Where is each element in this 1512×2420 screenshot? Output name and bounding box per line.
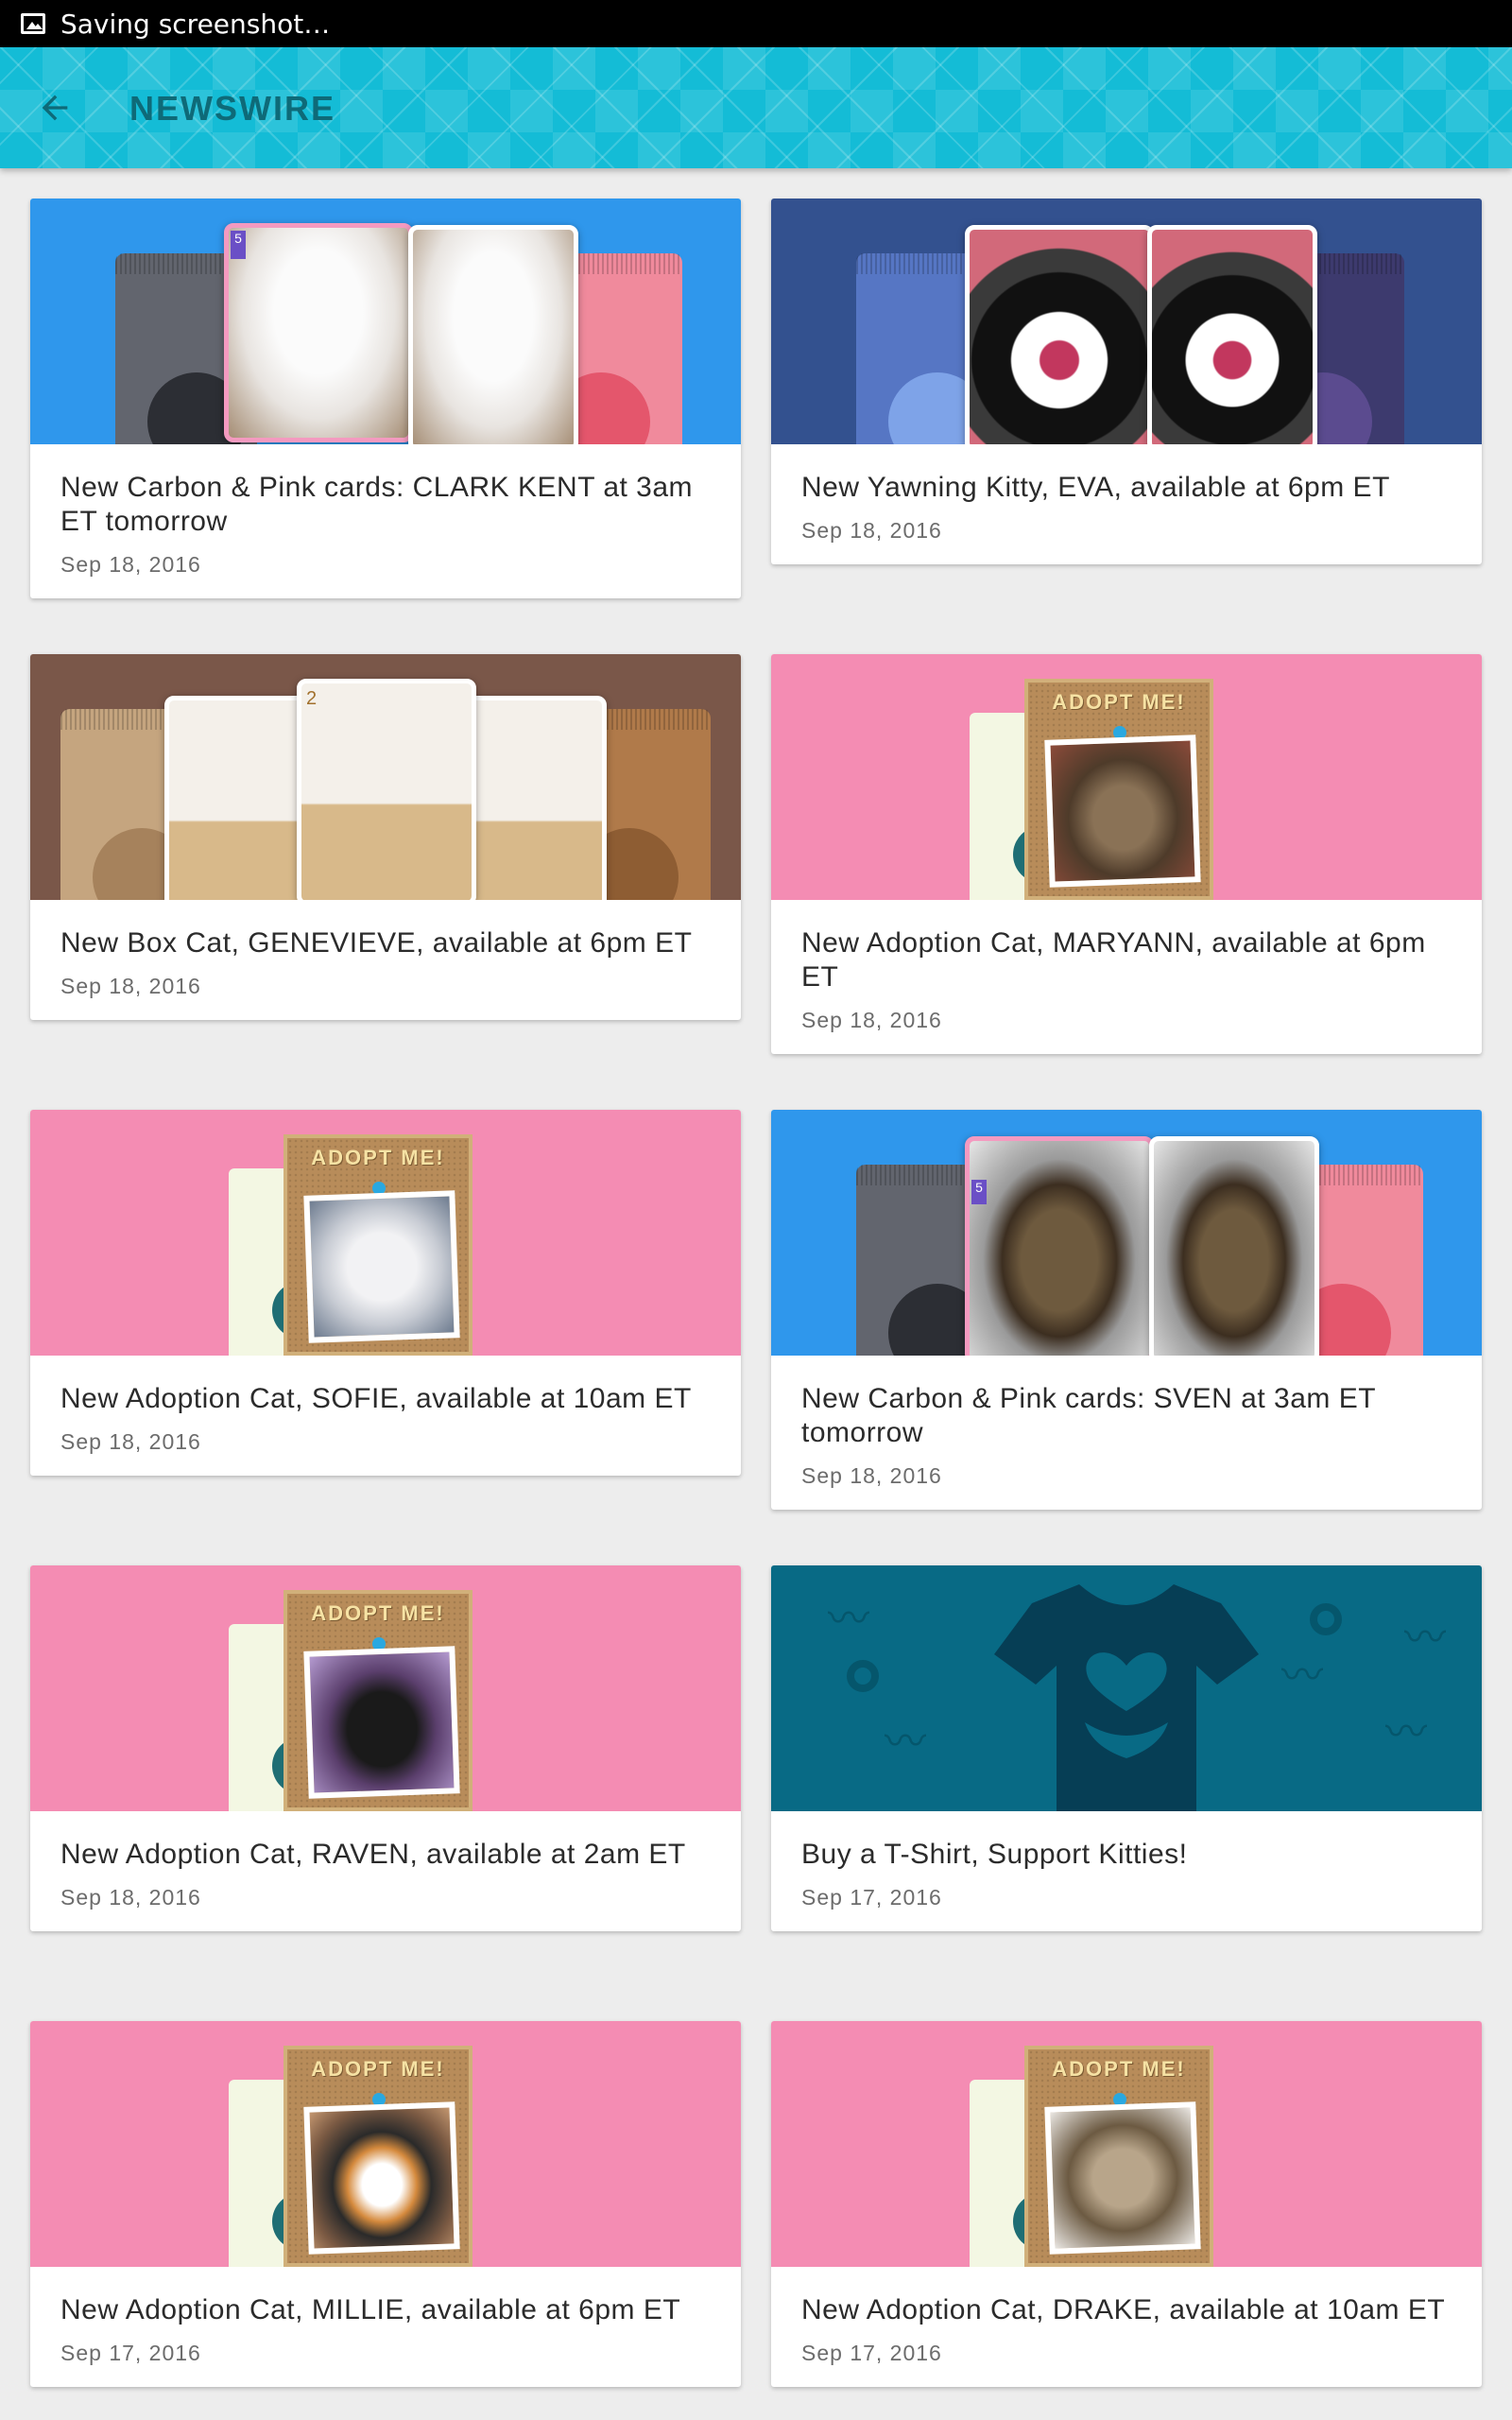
news-card[interactable]: 〰 〰 〰 〰 〰 Buy a T-Shirt, Support Kitties… — [771, 1565, 1482, 1931]
adopt-sign: ADOPT ME! — [1052, 690, 1186, 714]
card-banner-image: ADOPT ME! — [30, 2021, 741, 2267]
card-banner-image: 〰 〰 〰 〰 〰 — [771, 1565, 1482, 1811]
card-date: Sep 18, 2016 — [60, 1429, 201, 1454]
card-banner-image: ADOPT ME! — [30, 1565, 741, 1811]
card-headline: New Adoption Cat, RAVEN, available at 2a… — [60, 1839, 686, 1870]
card-date: Sep 17, 2016 — [60, 2341, 201, 2365]
card-headline: New Adoption Cat, SOFIE, available at 10… — [60, 1383, 692, 1414]
card-headline: New Box Cat, GENEVIEVE, available at 6pm… — [60, 927, 693, 959]
page-title: NEWSWIRE — [129, 89, 335, 128]
news-card[interactable]: ADOPT ME! New Adoption Cat, MARYANN, ava… — [771, 654, 1482, 1054]
card-banner-image: ADOPT ME! — [30, 1110, 741, 1356]
tshirt-heart-icon — [994, 1584, 1259, 1811]
news-card[interactable]: ADOPT ME! New Adoption Cat, SOFIE, avail… — [30, 1110, 741, 1476]
arrow-back-icon — [42, 95, 68, 121]
status-bar: Saving screenshot… — [0, 0, 1512, 47]
card-headline: New Adoption Cat, DRAKE, available at 10… — [801, 2294, 1446, 2325]
back-button[interactable] — [28, 81, 81, 134]
card-date: Sep 18, 2016 — [60, 1885, 201, 1910]
card-date: Sep 18, 2016 — [60, 552, 201, 577]
news-card[interactable]: 5 New Carbon & Pink cards: CLARK KENT at… — [30, 199, 741, 598]
adopt-sign: ADOPT ME! — [311, 2057, 445, 2081]
adopt-sign: ADOPT ME! — [311, 1146, 445, 1169]
card-banner-image: ADOPT ME! — [771, 2021, 1482, 2267]
card-date: Sep 18, 2016 — [801, 1463, 942, 1488]
news-card[interactable]: New Yawning Kitty, EVA, available at 6pm… — [771, 199, 1482, 564]
card-headline: New Adoption Cat, MILLIE, available at 6… — [60, 2294, 681, 2325]
app-bar: NEWSWIRE — [0, 47, 1512, 168]
card-banner-image: 5 — [771, 1110, 1482, 1356]
news-card[interactable]: ADOPT ME! New Adoption Cat, MILLIE, avai… — [30, 2021, 741, 2387]
news-card[interactable]: 5 New Carbon & Pink cards: SVEN at 3am E… — [771, 1110, 1482, 1510]
box-number: 2 — [306, 688, 318, 709]
news-card[interactable]: 2 New Box Cat, GENEVIEVE, available at 6… — [30, 654, 741, 1020]
vol-badge: 5 — [231, 231, 246, 259]
card-banner-image: 5 — [30, 199, 741, 444]
news-card[interactable]: ADOPT ME! New Adoption Cat, DRAKE, avail… — [771, 2021, 1482, 2387]
card-headline: Buy a T-Shirt, Support Kitties! — [801, 1839, 1188, 1870]
card-banner-image — [771, 199, 1482, 444]
card-date: Sep 17, 2016 — [801, 1885, 942, 1910]
card-date: Sep 17, 2016 — [801, 2341, 942, 2365]
image-icon — [21, 13, 45, 34]
status-text: Saving screenshot… — [60, 8, 331, 40]
card-banner-image: ADOPT ME! — [771, 654, 1482, 900]
adopt-sign: ADOPT ME! — [311, 1601, 445, 1625]
card-headline: New Adoption Cat, MARYANN, available at … — [801, 927, 1426, 993]
news-card[interactable]: ADOPT ME! New Adoption Cat, RAVEN, avail… — [30, 1565, 741, 1931]
adopt-sign: ADOPT ME! — [1052, 2057, 1186, 2081]
vol-badge: 5 — [971, 1180, 987, 1204]
card-date: Sep 18, 2016 — [801, 1008, 942, 1032]
card-date: Sep 18, 2016 — [801, 518, 942, 543]
card-banner-image: 2 — [30, 654, 741, 900]
card-headline: New Carbon & Pink cards: CLARK KENT at 3… — [60, 472, 694, 537]
card-date: Sep 18, 2016 — [60, 974, 201, 998]
card-headline: New Carbon & Pink cards: SVEN at 3am ET … — [801, 1383, 1376, 1448]
card-headline: New Yawning Kitty, EVA, available at 6pm… — [801, 472, 1390, 503]
